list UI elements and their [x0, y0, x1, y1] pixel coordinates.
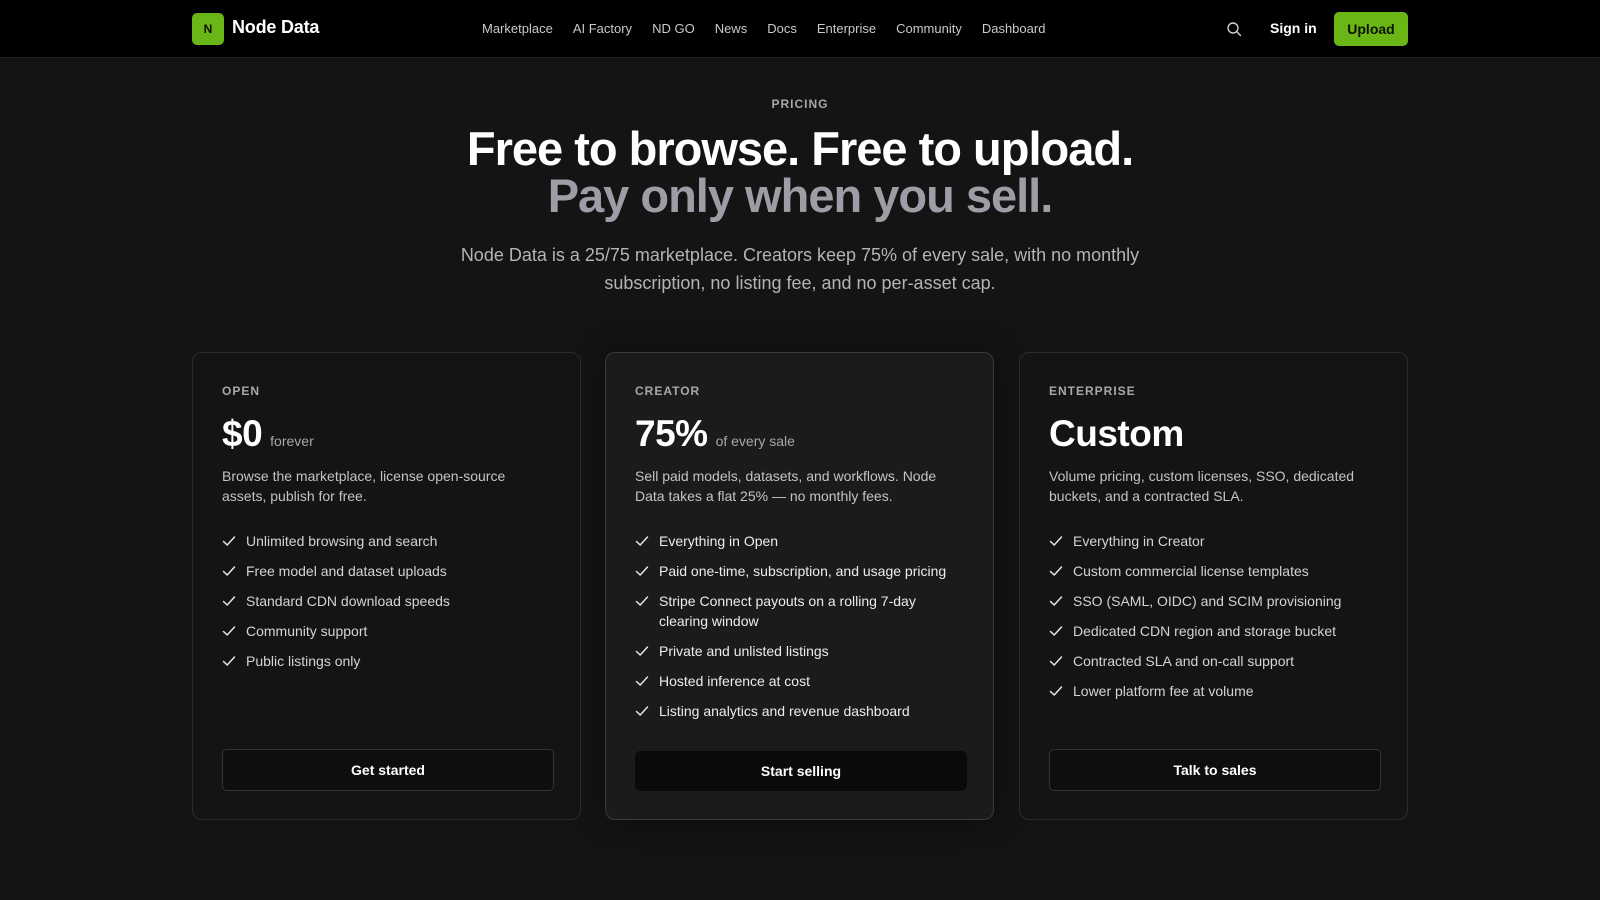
- check-icon: [1049, 536, 1063, 546]
- check-icon: [1049, 686, 1063, 696]
- start-selling-button[interactable]: Start selling: [635, 751, 967, 791]
- feature-text: Listing analytics and revenue dashboard: [659, 703, 910, 719]
- feature-item: Public listings only: [222, 651, 552, 671]
- plan-price: Custom: [1049, 413, 1184, 454]
- feature-text: Standard CDN download speeds: [246, 593, 450, 609]
- plan-description: Browse the marketplace, license open-sou…: [222, 468, 506, 504]
- feature-item: Hosted inference at cost: [635, 671, 965, 691]
- feature-text: Community support: [246, 623, 368, 639]
- talk-to-sales-button[interactable]: Talk to sales: [1049, 749, 1381, 791]
- check-icon: [635, 596, 649, 606]
- check-icon: [1049, 566, 1063, 576]
- feature-text: Unlimited browsing and search: [246, 533, 438, 549]
- get-started-button[interactable]: Get started: [222, 749, 554, 791]
- main-nav: Marketplace AI Factory ND GO News Docs E…: [482, 21, 1045, 36]
- search-icon[interactable]: [1226, 21, 1242, 37]
- hero-description: Node Data is a 25/75 marketplace. Creato…: [460, 245, 1140, 293]
- check-icon: [635, 676, 649, 686]
- feature-text: Dedicated CDN region and storage bucket: [1073, 623, 1337, 639]
- feature-text: SSO (SAML, OIDC) and SCIM provisioning: [1073, 593, 1342, 609]
- feature-item: Community support: [222, 621, 552, 641]
- nav-link-nd-go[interactable]: ND GO: [652, 21, 695, 36]
- feature-text: Hosted inference at cost: [659, 673, 810, 689]
- feature-item: Everything in Open: [635, 531, 965, 551]
- check-icon: [635, 706, 649, 716]
- check-icon: [222, 626, 236, 636]
- sign-in-link[interactable]: Sign in: [1270, 20, 1317, 36]
- feature-text: Lower platform fee at volume: [1073, 683, 1254, 699]
- feature-item: SSO (SAML, OIDC) and SCIM provisioning: [1049, 591, 1379, 611]
- nav-link-ai-factory[interactable]: AI Factory: [573, 21, 632, 36]
- plan-description: Sell paid models, datasets, and workflow…: [635, 468, 937, 504]
- plan-price-row: $0 forever: [222, 413, 314, 455]
- feature-item: Custom commercial license templates: [1049, 561, 1379, 581]
- plan-price: 75%: [635, 413, 708, 454]
- feature-text: Paid one-time, subscription, and usage p…: [659, 563, 947, 579]
- feature-text: Stripe Connect payouts on a rolling 7-da…: [659, 593, 916, 629]
- feature-item: Dedicated CDN region and storage bucket: [1049, 621, 1379, 641]
- check-icon: [1049, 626, 1063, 636]
- nav-link-docs[interactable]: Docs: [767, 21, 797, 36]
- feature-item: Paid one-time, subscription, and usage p…: [635, 561, 965, 581]
- logo-text[interactable]: Node Data: [232, 17, 319, 38]
- plan-price-suffix: forever: [270, 433, 314, 449]
- plan-feature-list: Everything in Creator Custom commercial l…: [1049, 531, 1379, 711]
- upload-button[interactable]: Upload: [1334, 12, 1408, 46]
- feature-item: Everything in Creator: [1049, 531, 1379, 551]
- plan-price: $0: [222, 413, 263, 454]
- plan-tier-label: CREATOR: [635, 384, 701, 398]
- plan-feature-list: Everything in Open Paid one-time, subscri…: [635, 531, 965, 731]
- check-icon: [222, 656, 236, 666]
- check-icon: [635, 536, 649, 546]
- feature-text: Private and unlisted listings: [659, 643, 829, 659]
- plan-price-suffix: of every sale: [715, 433, 795, 449]
- nav-link-dashboard[interactable]: Dashboard: [982, 21, 1046, 36]
- nav-link-marketplace[interactable]: Marketplace: [482, 21, 553, 36]
- feature-item: Free model and dataset uploads: [222, 561, 552, 581]
- feature-item: Listing analytics and revenue dashboard: [635, 701, 965, 721]
- plan-card-open: OPEN $0 forever Browse the marketplace, …: [192, 352, 581, 820]
- nav-link-community[interactable]: Community: [896, 21, 962, 36]
- plan-card-enterprise: ENTERPRISE Custom Volume pricing, custom…: [1019, 352, 1408, 820]
- feature-text: Everything in Creator: [1073, 533, 1205, 549]
- check-icon: [1049, 656, 1063, 666]
- plan-description: Volume pricing, custom licenses, SSO, de…: [1049, 468, 1355, 504]
- plan-tier-label: OPEN: [222, 384, 261, 398]
- feature-text: Public listings only: [246, 653, 361, 669]
- check-icon: [222, 536, 236, 546]
- section-eyebrow: PRICING: [771, 97, 829, 111]
- feature-item: Unlimited browsing and search: [222, 531, 552, 551]
- nav-link-enterprise[interactable]: Enterprise: [817, 21, 876, 36]
- check-icon: [635, 566, 649, 576]
- logo-icon[interactable]: N: [192, 13, 224, 45]
- feature-item: Contracted SLA and on-call support: [1049, 651, 1379, 671]
- feature-text: Contracted SLA and on-call support: [1073, 653, 1295, 669]
- feature-item: Standard CDN download speeds: [222, 591, 552, 611]
- check-icon: [635, 646, 649, 656]
- nav-link-news[interactable]: News: [715, 21, 748, 36]
- check-icon: [1049, 596, 1063, 606]
- page-subtitle-heading: Pay only when you sell.: [547, 169, 1054, 222]
- check-icon: [222, 566, 236, 576]
- plan-feature-list: Unlimited browsing and search Free model …: [222, 531, 552, 681]
- feature-text: Custom commercial license templates: [1073, 563, 1309, 579]
- feature-item: Lower platform fee at volume: [1049, 681, 1379, 701]
- plan-card-creator: CREATOR 75% of every sale Sell paid mode…: [605, 352, 994, 820]
- feature-text: Everything in Open: [659, 533, 779, 549]
- feature-text: Free model and dataset uploads: [246, 563, 447, 579]
- plan-price-row: Custom: [1049, 413, 1192, 455]
- top-navigation-bar: N Node Data Marketplace AI Factory ND GO…: [0, 0, 1600, 58]
- feature-item: Stripe Connect payouts on a rolling 7-da…: [635, 591, 965, 631]
- check-icon: [222, 596, 236, 606]
- plan-price-row: 75% of every sale: [635, 413, 795, 455]
- feature-item: Private and unlisted listings: [635, 641, 965, 661]
- plan-tier-label: ENTERPRISE: [1049, 384, 1136, 398]
